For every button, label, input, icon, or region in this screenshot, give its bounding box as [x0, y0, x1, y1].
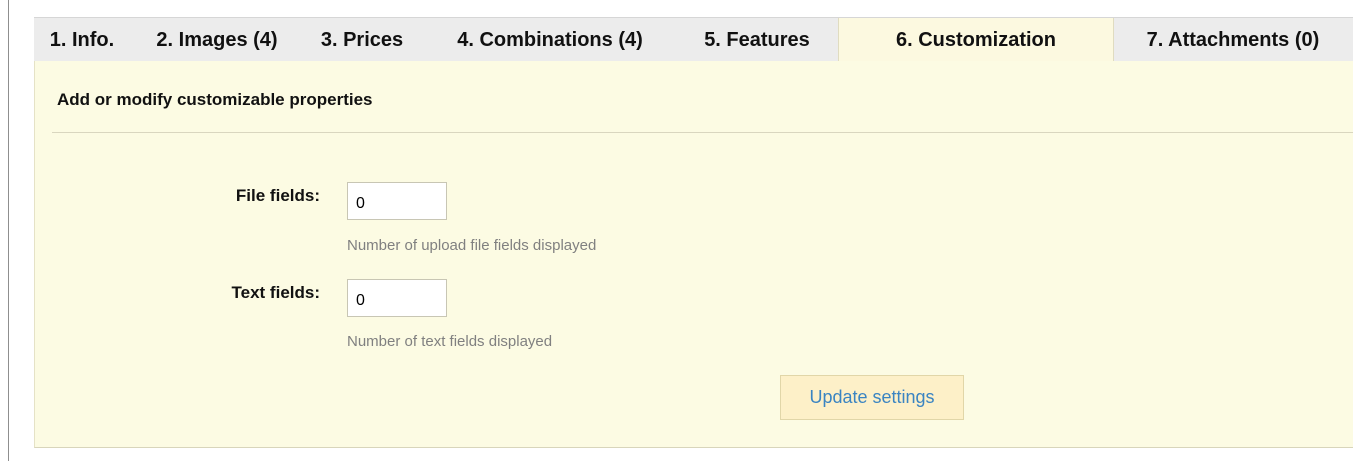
tab-combinations[interactable]: 4. Combinations (4) [424, 18, 676, 62]
tab-features[interactable]: 5. Features [682, 18, 832, 62]
update-settings-button[interactable]: Update settings [780, 375, 964, 420]
text-fields-label: Text fields: [231, 283, 320, 302]
tab-bar: 1. Info. 2. Images (4) 3. Prices 4. Comb… [34, 17, 1353, 63]
tab-customization[interactable]: 6. Customization [838, 18, 1114, 63]
file-fields-label: File fields: [235, 186, 320, 205]
file-fields-input[interactable] [347, 182, 447, 220]
tab-info[interactable]: 1. Info. [36, 18, 128, 62]
text-fields-input[interactable] [347, 279, 447, 317]
panel-divider [52, 132, 1353, 133]
customization-panel: Add or modify customizable properties Fi… [34, 61, 1353, 448]
tab-prices[interactable]: 3. Prices [306, 18, 418, 62]
tab-attachments[interactable]: 7. Attachments (0) [1118, 18, 1348, 62]
text-fields-hint: Number of text fields displayed [347, 333, 553, 350]
tab-images[interactable]: 2. Images (4) [134, 18, 300, 62]
file-fields-hint: Number of upload file fields displayed [347, 237, 597, 254]
window-frame: 1. Info. 2. Images (4) 3. Prices 4. Comb… [8, 0, 1353, 461]
panel-title: Add or modify customizable properties [57, 90, 373, 109]
